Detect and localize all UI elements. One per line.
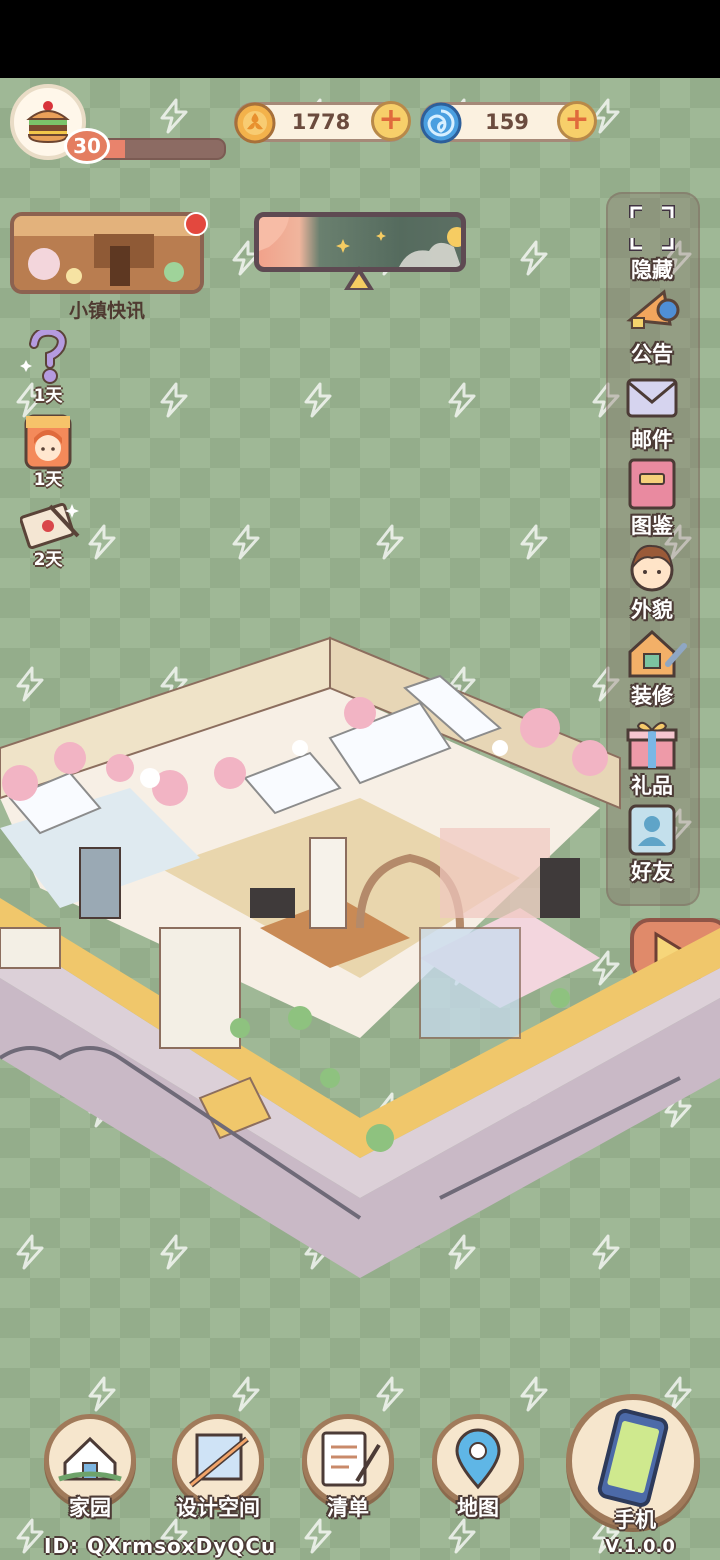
event-days-remaining: 1天 bbox=[33, 386, 63, 406]
nav-list-button[interactable]: 清单 bbox=[298, 1414, 398, 1524]
design-ruler-icon bbox=[189, 1433, 249, 1488]
lightning-bolt-icon bbox=[160, 98, 188, 134]
event-love-letter[interactable]: 2天 bbox=[19, 494, 80, 570]
isometric-house[interactable] bbox=[0, 598, 720, 1318]
level-badge: 30 bbox=[64, 128, 110, 164]
nav-list-label: 清单 bbox=[327, 1496, 369, 1520]
mystery-question-icon bbox=[20, 326, 67, 384]
side-notice-label: 公告 bbox=[631, 342, 673, 366]
game-scene: 30 1778 + 159 + 小镇快讯 1天 1天 2天 隐藏 公告 邮件 图… bbox=[0, 78, 720, 1560]
side-mail-button[interactable]: 邮件 bbox=[612, 370, 692, 454]
news-thumbnail bbox=[14, 216, 200, 290]
lightning-bolt-icon bbox=[520, 240, 548, 276]
map-pin-icon bbox=[455, 1428, 501, 1490]
xp-progress-bar bbox=[90, 138, 226, 160]
list-quill-icon bbox=[321, 1431, 381, 1487]
character-face-icon bbox=[630, 544, 674, 592]
night-sky-icon bbox=[259, 217, 461, 267]
phone-label: 手机 bbox=[614, 1508, 656, 1532]
event-mystery[interactable]: 1天 bbox=[20, 326, 76, 406]
event-character-card[interactable]: 1天 bbox=[20, 414, 76, 490]
hide-frame-icon bbox=[629, 205, 675, 251]
lightning-bolt-icon bbox=[376, 1376, 404, 1412]
home-icon bbox=[58, 1436, 122, 1482]
lightning-bolt-icon bbox=[304, 382, 332, 418]
lightning-bolt-icon bbox=[448, 382, 476, 418]
nav-design-label: 设计空间 bbox=[176, 1496, 260, 1520]
lightning-bolt-icon bbox=[520, 1376, 548, 1412]
side-mail-label: 邮件 bbox=[631, 428, 673, 452]
side-hide-button[interactable]: 隐藏 bbox=[612, 200, 692, 284]
nav-design-button[interactable]: 设计空间 bbox=[168, 1414, 268, 1524]
add-gem-button[interactable]: + bbox=[557, 101, 597, 141]
version-text: V.1.0.0 bbox=[605, 1536, 675, 1557]
side-catalog-button[interactable]: 图鉴 bbox=[612, 456, 692, 540]
envelope-icon bbox=[626, 378, 678, 418]
lightning-bolt-icon bbox=[520, 524, 548, 560]
swirl-gem-icon bbox=[420, 102, 462, 144]
event-days-remaining: 1天 bbox=[33, 470, 63, 490]
nav-home-button[interactable]: 家园 bbox=[40, 1414, 140, 1524]
lightning-bolt-icon bbox=[160, 382, 188, 418]
side-hide-label: 隐藏 bbox=[631, 258, 673, 282]
time-indicator-arrow-fill bbox=[350, 274, 368, 288]
add-coin-button[interactable]: + bbox=[371, 101, 411, 141]
day-night-banner[interactable] bbox=[254, 212, 466, 272]
player-id: ID: QXrmsoxDyQCu bbox=[44, 1534, 276, 1558]
lightning-bolt-icon bbox=[232, 524, 260, 560]
lightning-bolt-icon bbox=[232, 1376, 260, 1412]
player-id-value: QXrmsoxDyQCu bbox=[87, 1534, 277, 1558]
nav-home-label: 家园 bbox=[69, 1496, 111, 1520]
lightning-bolt-icon bbox=[376, 524, 404, 560]
character-card-icon bbox=[24, 414, 72, 470]
side-catalog-label: 图鉴 bbox=[631, 514, 673, 538]
coin-icon bbox=[234, 102, 276, 144]
side-notice-button[interactable]: 公告 bbox=[612, 284, 692, 368]
nav-map-button[interactable]: 地图 bbox=[428, 1414, 528, 1524]
lightning-bolt-icon bbox=[88, 1376, 116, 1412]
love-letter-icon bbox=[19, 502, 80, 550]
nav-map-label: 地图 bbox=[457, 1496, 499, 1520]
player-id-label: ID: bbox=[44, 1534, 80, 1558]
event-days-remaining: 2天 bbox=[33, 550, 63, 570]
gem-counter: 159 + bbox=[420, 101, 597, 144]
town-news-card[interactable] bbox=[10, 212, 204, 294]
book-icon bbox=[628, 458, 676, 510]
coin-counter: 1778 + bbox=[234, 101, 411, 144]
town-news-label: 小镇快讯 bbox=[68, 300, 145, 322]
megaphone-icon bbox=[626, 289, 680, 329]
news-notification-dot bbox=[184, 212, 208, 236]
